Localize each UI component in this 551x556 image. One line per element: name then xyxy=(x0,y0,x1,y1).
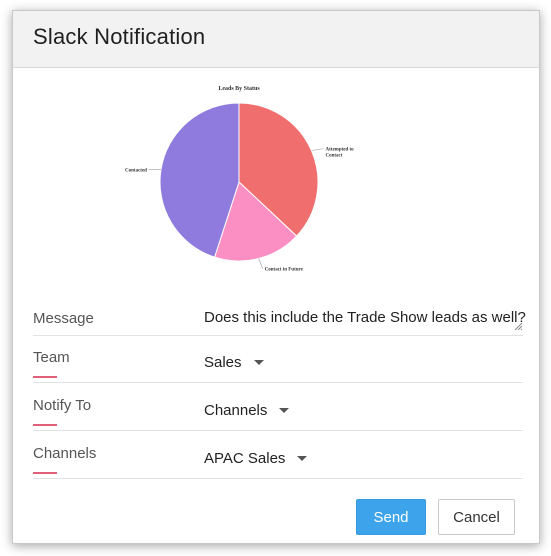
message-input[interactable]: Does this include the Trade Show leads a… xyxy=(204,309,526,326)
required-marker xyxy=(33,376,57,378)
leader-line xyxy=(258,258,263,269)
required-marker xyxy=(33,472,57,474)
channels-row: Channels APAC Sales xyxy=(33,437,523,479)
resize-grip-icon[interactable] xyxy=(513,321,523,331)
channels-dropdown[interactable]: APAC Sales xyxy=(204,443,308,473)
dialog-title: Slack Notification xyxy=(33,24,206,49)
team-value: Sales xyxy=(204,353,242,371)
leader-line xyxy=(311,148,324,151)
chevron-down-icon xyxy=(297,455,308,461)
slack-notification-dialog: Slack Notification Leads By Status Attem… xyxy=(12,10,540,544)
notify-to-label: Notify To xyxy=(33,397,92,414)
notify-to-row: Notify To Channels xyxy=(33,389,523,431)
team-row: Team Sales xyxy=(33,341,523,383)
chart-title: Leads By Status xyxy=(218,86,260,92)
slice-label: Contacted xyxy=(125,169,147,174)
chevron-down-icon xyxy=(279,407,290,413)
notify-to-value: Channels xyxy=(204,401,268,419)
required-marker xyxy=(33,424,57,426)
message-label: Message xyxy=(33,310,94,327)
slice-label: Attempted to Contact xyxy=(326,148,355,159)
pie-chart-svg: Leads By Status Attempted to Contact Conta… xyxy=(125,86,355,273)
message-row: Message Does this include the Trade Show… xyxy=(33,294,526,336)
team-label: Team xyxy=(33,349,70,366)
channels-value: APAC Sales xyxy=(204,449,286,467)
dialog-header: Slack Notification xyxy=(13,11,539,68)
team-dropdown[interactable]: Sales xyxy=(204,347,264,377)
slice-label: Contact in Future xyxy=(265,268,304,273)
send-button[interactable]: Send xyxy=(356,499,426,535)
channels-label: Channels xyxy=(33,445,97,462)
chevron-down-icon xyxy=(253,359,264,365)
notify-to-dropdown[interactable]: Channels xyxy=(204,395,290,425)
cancel-button[interactable]: Cancel xyxy=(438,499,515,535)
leads-pie-chart: Leads By Status Attempted to Contact Conta… xyxy=(13,69,541,294)
